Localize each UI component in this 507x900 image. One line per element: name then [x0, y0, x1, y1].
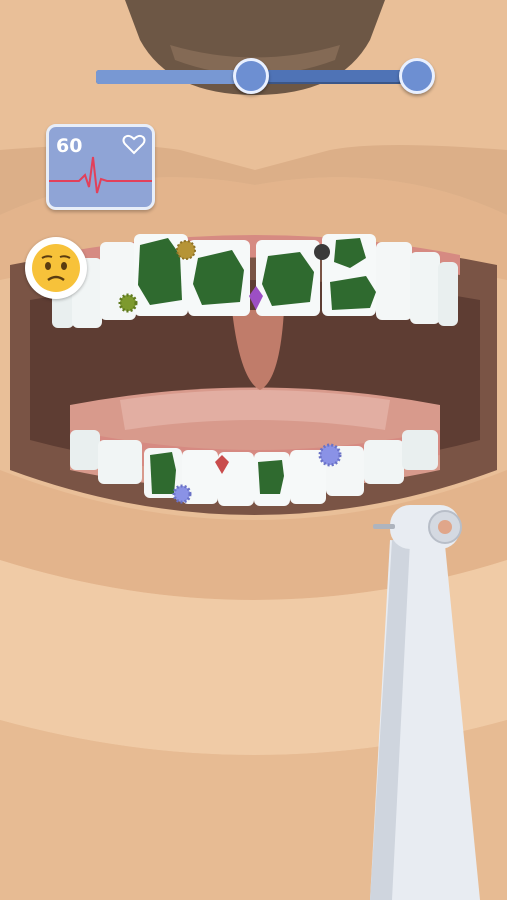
- progress-fill: [96, 70, 252, 84]
- progress-checkpoint-1: [233, 58, 270, 94]
- level-progress-bar: [96, 58, 436, 94]
- worried-face-emoji: [32, 244, 80, 292]
- ecg-line: [49, 156, 152, 194]
- heart-rate-monitor: 60: [46, 124, 155, 210]
- heart-outline-icon: [122, 134, 146, 155]
- progress-checkpoint-2: [399, 58, 436, 94]
- patient-mood-indicator: [25, 237, 87, 299]
